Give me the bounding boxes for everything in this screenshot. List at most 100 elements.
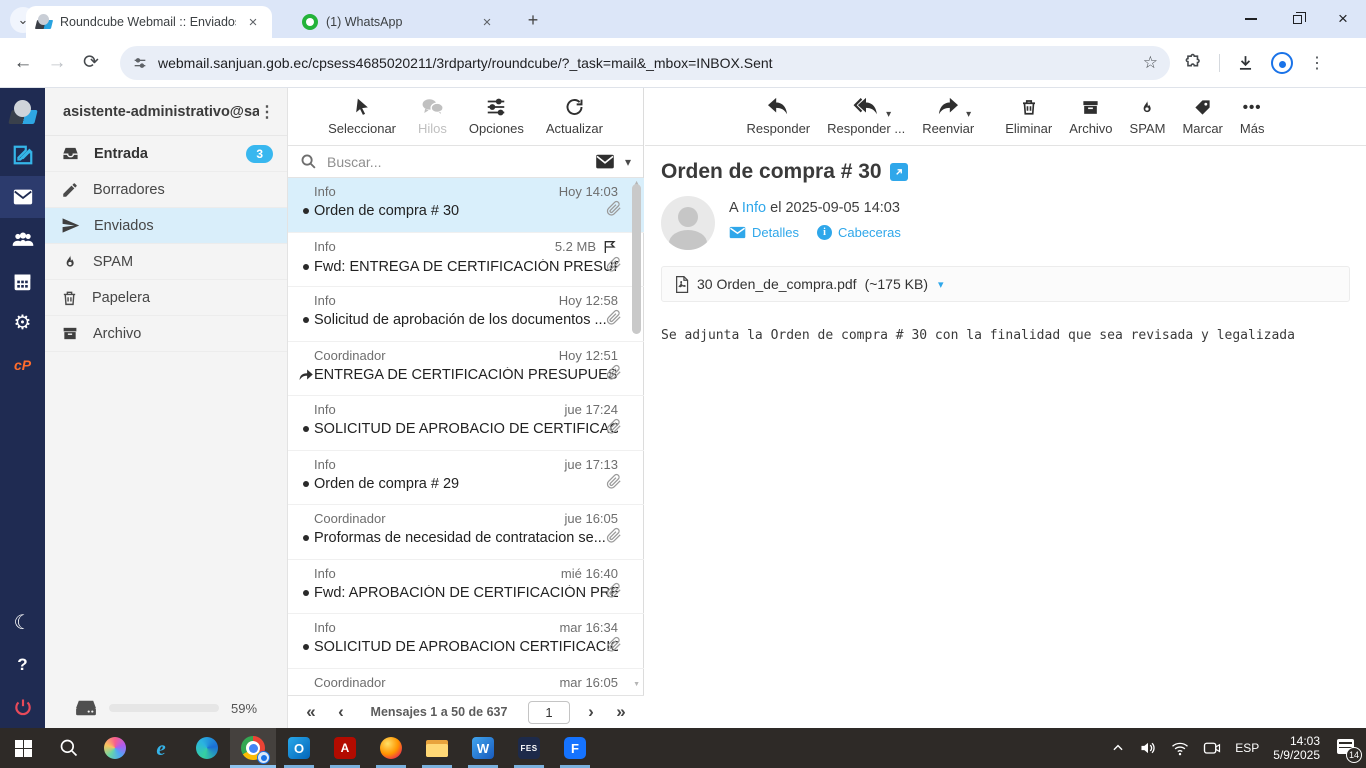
help-button[interactable]: ? — [0, 644, 45, 686]
scroll-down-icon[interactable]: ▼ — [633, 681, 640, 688]
open-in-new-window-icon[interactable] — [889, 163, 908, 181]
tab-whatsapp[interactable]: (1) WhatsApp × — [292, 6, 506, 38]
message-row[interactable]: Info Hoy 14:03 Orden de compra # 30 — [288, 178, 644, 233]
reply-all-caret[interactable]: ▾ — [886, 109, 891, 120]
compose-button[interactable] — [0, 134, 45, 176]
wifi-icon[interactable] — [1171, 741, 1189, 756]
forward-button[interactable]: ▾ Reenviar — [922, 96, 974, 136]
message-row[interactable]: Coordinador Hoy 12:51 ENTREGA DE CERTIFIC… — [288, 342, 644, 396]
next-page-button[interactable]: › — [578, 702, 604, 722]
browser-menu-icon[interactable]: ⋮ — [1309, 53, 1325, 73]
attachment-name[interactable]: 30 Orden_de_compra.pdf — [697, 276, 857, 292]
forward-caret[interactable]: ▾ — [966, 109, 971, 120]
search-scope-mail-icon[interactable] — [595, 154, 615, 170]
search-input[interactable] — [327, 153, 585, 170]
rail-mail-button[interactable] — [0, 176, 45, 218]
list-footer: « ‹ Mensajes 1 a 50 de 637 › » — [288, 695, 644, 728]
tab-roundcube[interactable]: Roundcube Webmail :: Enviados × — [26, 6, 272, 38]
taskbar-acrobat-button[interactable]: A — [322, 728, 368, 768]
threads-button[interactable]: Hilos — [418, 96, 447, 136]
notification-center-button[interactable]: 14 — [1334, 739, 1362, 763]
archive-button[interactable]: Archivo — [1069, 96, 1113, 136]
page-input[interactable] — [528, 700, 570, 724]
reply-all-button[interactable]: ▾ Responder ... — [827, 96, 905, 136]
first-page-button[interactable]: « — [298, 702, 324, 722]
mark-button[interactable]: Marcar — [1182, 96, 1223, 136]
taskbar-fapp-button[interactable]: F — [552, 728, 598, 768]
headers-button[interactable]: i Cabeceras — [816, 225, 901, 240]
search-options-chevron[interactable]: ▾ — [625, 155, 631, 169]
folder-borradores[interactable]: Borradores — [45, 172, 287, 208]
extensions-icon[interactable] — [1184, 53, 1203, 72]
cpanel-icon[interactable]: cP — [0, 344, 45, 386]
taskbar-edge-button[interactable] — [184, 728, 230, 768]
message-row[interactable]: Info mié 16:40 Fwd: APROBACIÓN DE CERTIFI… — [288, 560, 644, 614]
logout-button[interactable] — [0, 686, 45, 728]
reading-pane: Responder ▾ Responder ... ▾ Reenviar Eli… — [645, 88, 1366, 728]
close-tab-icon[interactable]: × — [478, 13, 496, 31]
folder-entrada[interactable]: Entrada 3 — [45, 136, 287, 172]
taskbar-outlook-button[interactable]: O — [276, 728, 322, 768]
clock[interactable]: 14:03 5/9/2025 — [1273, 734, 1320, 762]
rail-contacts-button[interactable] — [0, 218, 45, 260]
profile-icon[interactable] — [1271, 51, 1293, 74]
new-tab-button[interactable]: + — [520, 7, 546, 33]
rail-settings-button[interactable]: ⚙ — [0, 302, 45, 344]
downloads-icon[interactable] — [1236, 53, 1255, 72]
message-row[interactable]: Info Hoy 12:58 Solicitud de aprobación de… — [288, 287, 644, 342]
dark-mode-button[interactable]: ☾ — [0, 602, 45, 644]
folder-spam[interactable]: SPAM — [45, 244, 287, 280]
attachment-menu-caret[interactable]: ▾ — [938, 278, 944, 291]
refresh-button[interactable]: Actualizar — [546, 96, 603, 136]
tray-expand-icon[interactable] — [1111, 741, 1125, 755]
restore-button[interactable] — [1274, 0, 1320, 38]
back-button[interactable]: ← — [6, 52, 40, 74]
folder-papelera[interactable]: Papelera — [45, 280, 287, 316]
minimize-button[interactable] — [1228, 0, 1274, 38]
taskbar-search-button[interactable] — [46, 728, 92, 768]
close-tab-icon[interactable]: × — [244, 13, 262, 31]
taskbar-copilot-button[interactable] — [92, 728, 138, 768]
site-settings-icon[interactable] — [132, 55, 148, 71]
message-row[interactable]: Info mar 16:34 SOLICITUD DE APROBACION CE… — [288, 614, 644, 669]
meet-now-icon[interactable] — [1203, 741, 1221, 756]
folder-enviados[interactable]: Enviados — [45, 208, 287, 244]
language-indicator[interactable]: ESP — [1235, 741, 1259, 755]
volume-icon[interactable] — [1139, 740, 1157, 756]
reply-all-icon — [853, 97, 878, 115]
recipient-link[interactable]: Info — [742, 200, 766, 216]
start-button[interactable] — [0, 728, 46, 768]
more-button[interactable]: ••• Más — [1240, 96, 1265, 137]
last-page-button[interactable]: » — [608, 702, 634, 722]
select-button[interactable]: Seleccionar — [328, 96, 396, 136]
address-bar[interactable]: webmail.sanjuan.gob.ec/cpsess4685020211/… — [120, 45, 1170, 80]
folder-archivo[interactable]: Archivo — [45, 316, 287, 352]
forward-button[interactable]: → — [40, 52, 74, 74]
message-row[interactable]: Coordinador jue 16:05 Proformas de necesi… — [288, 505, 644, 560]
bookmark-star-icon[interactable]: ☆ — [1143, 53, 1158, 73]
delete-button[interactable]: Eliminar — [1005, 96, 1052, 136]
account-menu-icon[interactable]: ⋮ — [259, 102, 275, 122]
close-window-button[interactable]: × — [1320, 0, 1366, 38]
message-row[interactable]: Info 5.2 MB Fwd: ENTREGA DE CERTIFICACIÓ… — [288, 233, 644, 287]
taskbar-chrome-button[interactable] — [230, 728, 276, 768]
message-row[interactable]: Info jue 17:13 Orden de compra # 29 — [288, 451, 644, 505]
taskbar-ie-button[interactable]: e — [138, 728, 184, 768]
message-row[interactable]: Coordinador mar 16:05 — [288, 669, 644, 696]
taskbar-word-button[interactable]: W — [460, 728, 506, 768]
reload-button[interactable]: ⟳ — [74, 51, 108, 74]
spam-button[interactable]: SPAM — [1130, 96, 1165, 136]
taskbar-explorer-button[interactable] — [414, 728, 460, 768]
rail-calendar-button[interactable] — [0, 260, 45, 302]
message-row[interactable]: Info jue 17:24 SOLICITUD DE APROBACIO DE … — [288, 396, 644, 451]
list-scrollbar[interactable] — [632, 184, 641, 334]
reply-button[interactable]: Responder — [747, 96, 810, 136]
taskbar-fes-button[interactable]: FES — [506, 728, 552, 768]
details-button[interactable]: Detalles — [729, 225, 799, 240]
trash-icon — [63, 291, 76, 305]
prev-page-button[interactable]: ‹ — [328, 702, 354, 722]
taskbar-firefox-button[interactable] — [368, 728, 414, 768]
options-button[interactable]: Opciones — [469, 96, 524, 136]
attachment-bar[interactable]: 30 Orden_de_compra.pdf (~175 KB) ▾ — [661, 266, 1350, 302]
paperclip-icon — [605, 582, 622, 604]
